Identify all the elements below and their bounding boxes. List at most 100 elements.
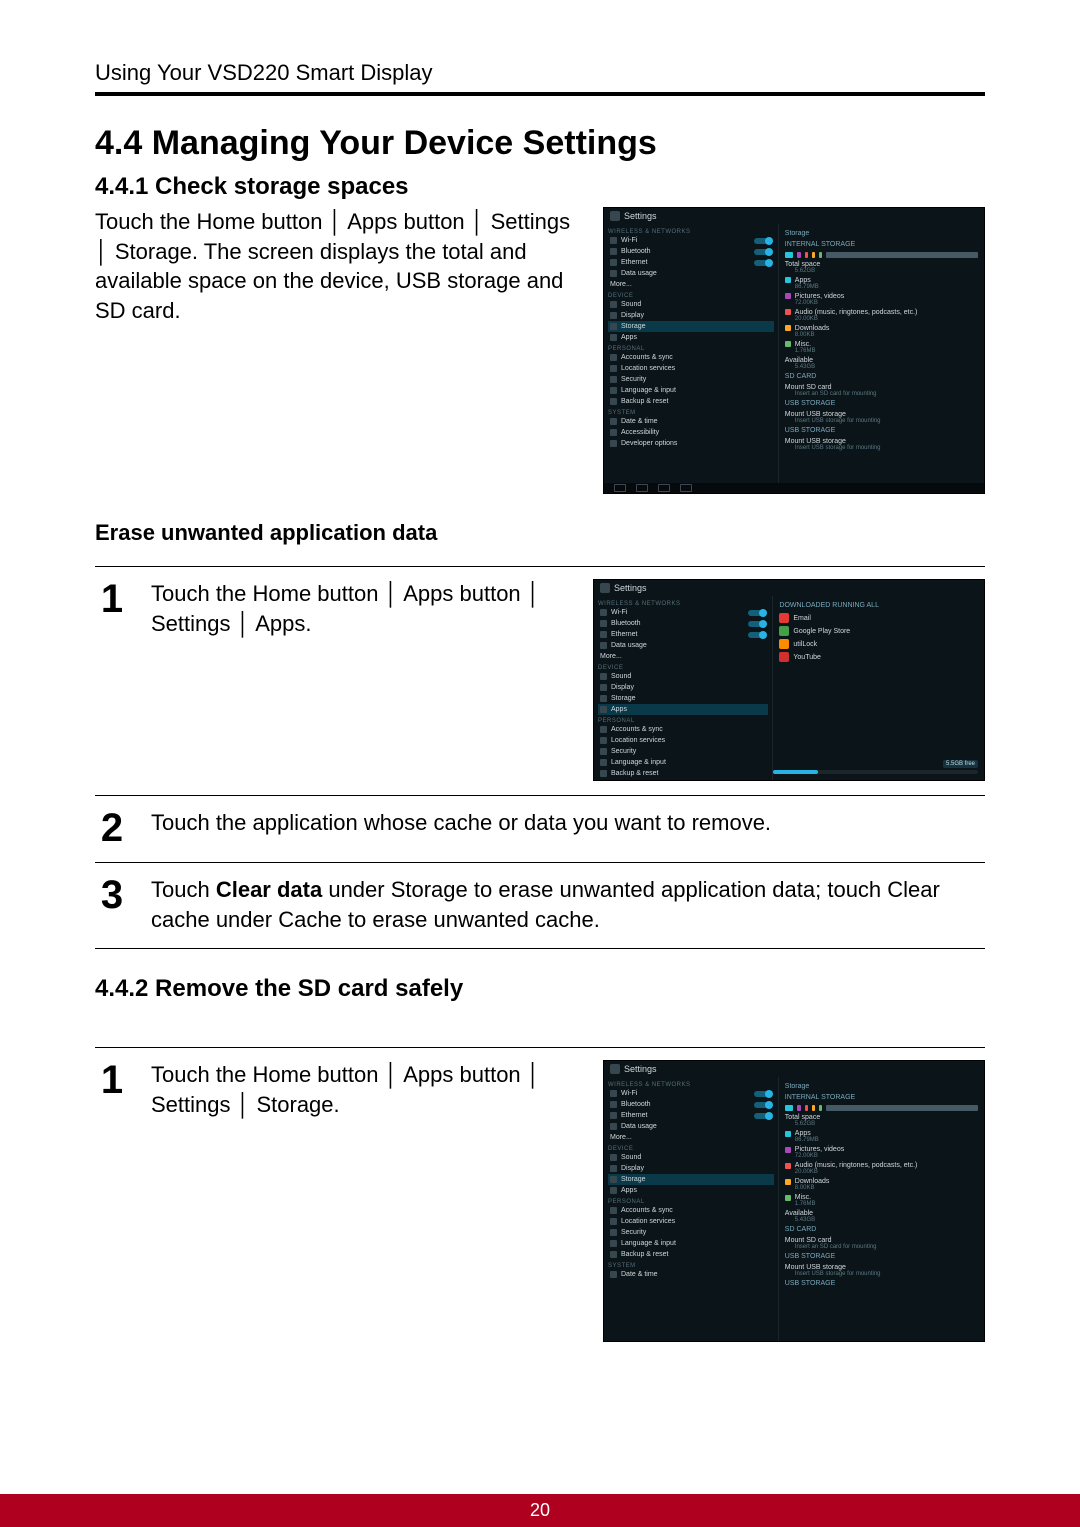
sidebar-item-location[interactable]: Location services	[608, 1216, 774, 1227]
sidebar-item-language[interactable]: Language & input	[608, 385, 774, 396]
bluetooth-toggle[interactable]	[754, 1102, 772, 1108]
row-apps[interactable]: Apps86.79MB	[785, 1130, 978, 1143]
sidebar-item-accounts[interactable]: Accounts & sync	[598, 724, 768, 735]
app-row[interactable]: Google Play Store	[779, 626, 978, 636]
row-sd-mount: Mount SD cardInsert an SD card for mount…	[785, 1237, 978, 1250]
apps-storage-fill	[773, 770, 818, 774]
sidebar-item-ethernet[interactable]: Ethernet	[608, 257, 774, 268]
sidebar-item-language[interactable]: Language & input	[608, 1238, 774, 1249]
wifi-toggle[interactable]	[754, 1091, 772, 1097]
sidebar-item-ethernet[interactable]: Ethernet	[608, 1110, 774, 1121]
data-icon	[600, 642, 607, 649]
sidebar-item-backup[interactable]: Backup & reset	[608, 1249, 774, 1260]
sidebar-item-wifi[interactable]: Wi-Fi	[608, 1088, 774, 1099]
step-2-text: Touch the application whose cache or dat…	[151, 808, 985, 838]
sidebar-item-display[interactable]: Display	[598, 682, 768, 693]
sidebar-item-display[interactable]: Display	[608, 310, 774, 321]
backup-icon	[600, 770, 607, 777]
sidebar-item-label: Bluetooth	[621, 1101, 651, 1108]
wifi-toggle[interactable]	[748, 610, 766, 616]
bluetooth-toggle[interactable]	[748, 621, 766, 627]
sidebar-item-sound[interactable]: Sound	[608, 299, 774, 310]
app-row[interactable]: utilLock	[779, 639, 978, 649]
ethernet-icon	[610, 1112, 617, 1119]
wifi-toggle[interactable]	[754, 238, 772, 244]
sidebar-item-label: Display	[611, 684, 634, 691]
sidebar-item-wifi[interactable]: Wi-Fi	[598, 607, 768, 618]
sidebar-item-language[interactable]: Language & input	[598, 757, 768, 768]
sidebar-item-label: Bluetooth	[621, 248, 651, 255]
storage-legend	[785, 252, 978, 258]
row-pics[interactable]: Pictures, videos72.00KB	[785, 1146, 978, 1159]
sidebar-item-wifi[interactable]: Wi-Fi	[608, 235, 774, 246]
sidebar-item-location[interactable]: Location services	[608, 363, 774, 374]
row-pics[interactable]: Pictures, videos72.00KB	[785, 293, 978, 306]
gear-icon	[610, 1064, 620, 1074]
bluetooth-toggle[interactable]	[754, 249, 772, 255]
sidebar-item-label: Language & input	[621, 387, 676, 394]
apps-tabs[interactable]: DOWNLOADED RUNNING ALL	[779, 602, 978, 609]
sidebar-item-security[interactable]: Security	[608, 1227, 774, 1238]
ethernet-toggle[interactable]	[754, 260, 772, 266]
home-icon[interactable]	[636, 484, 648, 492]
sidebar-item-security[interactable]: Security	[598, 746, 768, 757]
sidebar-item-apps[interactable]: Apps	[608, 332, 774, 343]
recent-icon[interactable]	[658, 484, 670, 492]
sidebar-item-backup[interactable]: Backup & reset	[598, 768, 768, 779]
sidebar-item-accounts[interactable]: Accounts & sync	[608, 1205, 774, 1216]
sidebar-item-location[interactable]: Location services	[598, 735, 768, 746]
ethernet-toggle[interactable]	[748, 632, 766, 638]
sidebar-item-sound[interactable]: Sound	[608, 1152, 774, 1163]
sidebar-item-more[interactable]: More...	[598, 651, 768, 662]
row-downloads[interactable]: Downloads8.00KB	[785, 1178, 978, 1191]
screenshot-title: Settings	[604, 208, 984, 224]
settings-sidebar: WIRELESS & NETWORKS Wi-Fi Bluetooth Ethe…	[604, 224, 779, 494]
app-row[interactable]: YouTube	[779, 652, 978, 662]
sidebar-item-datausage[interactable]: Data usage	[608, 268, 774, 279]
sidebar-item-bluetooth[interactable]: Bluetooth	[608, 1099, 774, 1110]
back-icon[interactable]	[614, 484, 626, 492]
row-audio[interactable]: Audio (music, ringtones, podcasts, etc.)…	[785, 1162, 978, 1175]
sidebar-item-accounts[interactable]: Accounts & sync	[608, 352, 774, 363]
storage-panel: Storage INTERNAL STORAGE Total space5.62…	[779, 224, 984, 494]
erase-steps: 1 Touch the Home button │ Apps button │ …	[95, 566, 985, 949]
swatch-misc	[785, 1195, 791, 1201]
row-misc[interactable]: Misc.1.76MB	[785, 1194, 978, 1207]
sidebar-item-datausage[interactable]: Data usage	[598, 640, 768, 651]
app-row[interactable]: Email	[779, 613, 978, 623]
sidebar-item-storage[interactable]: Storage	[598, 693, 768, 704]
sidebar-item-display[interactable]: Display	[608, 1163, 774, 1174]
row-downloads[interactable]: Downloads8.00KB	[785, 325, 978, 338]
sidebar-item-developer[interactable]: Developer options	[608, 438, 774, 449]
row-misc[interactable]: Misc.1.76MB	[785, 341, 978, 354]
sidebar-item-ethernet[interactable]: Ethernet	[598, 629, 768, 640]
sidebar-item-datausage[interactable]: Data usage	[608, 1121, 774, 1132]
sidebar-item-storage[interactable]: Storage	[608, 321, 774, 332]
apps-list: Email Google Play Store utilLock YouTube	[779, 613, 978, 662]
sidebar-item-datetime[interactable]: Date & time	[608, 1269, 774, 1280]
step-number: 2	[95, 808, 129, 848]
sidebar-item-sound[interactable]: Sound	[598, 671, 768, 682]
sidebar-item-backup[interactable]: Backup & reset	[608, 396, 774, 407]
sidebar-item-datetime[interactable]: Date & time	[608, 416, 774, 427]
ethernet-toggle[interactable]	[754, 1113, 772, 1119]
row-label: Available	[785, 1210, 813, 1217]
row-value: 5.62GB	[795, 268, 978, 274]
sidebar-item-security[interactable]: Security	[608, 374, 774, 385]
sidebar-item-label: More...	[610, 281, 632, 288]
screenshot-icon[interactable]	[680, 484, 692, 492]
sidebar-item-bluetooth[interactable]: Bluetooth	[608, 246, 774, 257]
apps-panel: DOWNLOADED RUNNING ALL Email Google Play…	[773, 596, 984, 781]
data-icon	[610, 270, 617, 277]
sidebar-item-apps[interactable]: Apps	[598, 704, 768, 715]
sidebar-item-more[interactable]: More...	[608, 1132, 774, 1143]
sidebar-item-more[interactable]: More...	[608, 279, 774, 290]
sidebar-item-bluetooth[interactable]: Bluetooth	[598, 618, 768, 629]
sidebar-item-label: Data usage	[621, 1123, 657, 1130]
sidebar-item-storage[interactable]: Storage	[608, 1174, 774, 1185]
sidebar-item-accessibility[interactable]: Accessibility	[608, 427, 774, 438]
row-audio[interactable]: Audio (music, ringtones, podcasts, etc.)…	[785, 309, 978, 322]
row-apps[interactable]: Apps86.79MB	[785, 277, 978, 290]
swatch-downloads	[785, 325, 791, 331]
sidebar-item-apps[interactable]: Apps	[608, 1185, 774, 1196]
